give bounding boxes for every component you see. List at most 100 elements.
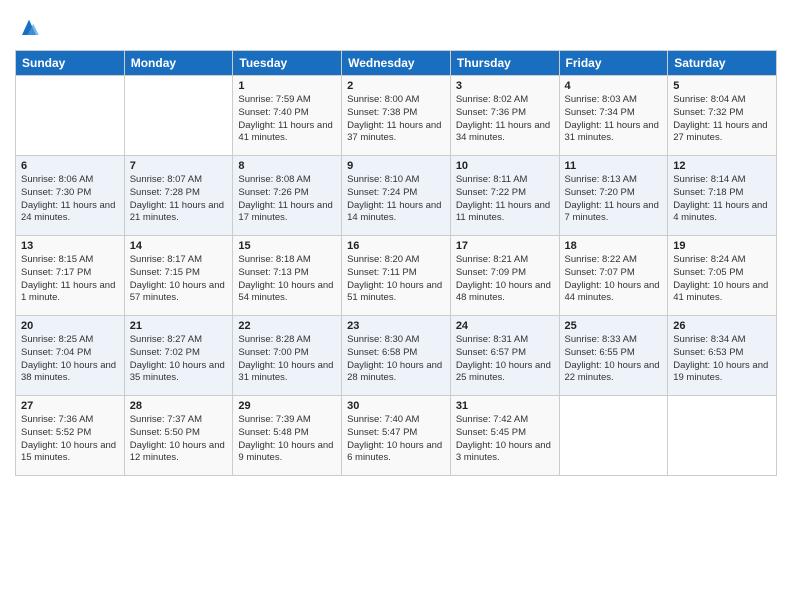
calendar-cell: 10Sunrise: 8:11 AMSunset: 7:22 PMDayligh…: [450, 156, 559, 236]
cell-text: Sunrise: 7:40 AM: [347, 414, 445, 427]
cell-text: Sunset: 5:52 PM: [21, 427, 119, 440]
cell-text: Sunset: 6:57 PM: [456, 347, 554, 360]
cell-text: Sunset: 7:22 PM: [456, 187, 554, 200]
cell-text: Daylight: 10 hours and 31 minutes.: [238, 360, 336, 386]
cell-text: Sunrise: 8:14 AM: [673, 174, 771, 187]
cell-text: Daylight: 11 hours and 4 minutes.: [673, 200, 771, 226]
day-number: 6: [21, 160, 119, 172]
week-row-2: 6Sunrise: 8:06 AMSunset: 7:30 PMDaylight…: [16, 156, 777, 236]
day-number: 1: [238, 80, 336, 92]
calendar-cell: 15Sunrise: 8:18 AMSunset: 7:13 PMDayligh…: [233, 236, 342, 316]
cell-text: Daylight: 10 hours and 15 minutes.: [21, 440, 119, 466]
day-number: 5: [673, 80, 771, 92]
cell-text: Sunset: 7:24 PM: [347, 187, 445, 200]
day-header-thursday: Thursday: [450, 51, 559, 76]
cell-text: Sunrise: 8:08 AM: [238, 174, 336, 187]
week-row-5: 27Sunrise: 7:36 AMSunset: 5:52 PMDayligh…: [16, 396, 777, 476]
calendar-cell: 17Sunrise: 8:21 AMSunset: 7:09 PMDayligh…: [450, 236, 559, 316]
day-number: 13: [21, 240, 119, 252]
calendar-cell: 22 Sunrise: 8:28 AMSunset: 7:00 PMDayligh…: [233, 316, 342, 396]
header-row: SundayMondayTuesdayWednesdayThursdayFrid…: [16, 51, 777, 76]
week-row-3: 13 Sunrise: 8:15 AMSunset: 7:17 PM Dayligh…: [16, 236, 777, 316]
cell-text: Sunset: 7:32 PM: [673, 107, 771, 120]
cell-text: Daylight: 11 hours and 24 minutes.: [21, 200, 119, 226]
cell-text: Sunset: 7:38 PM: [347, 107, 445, 120]
day-header-friday: Friday: [559, 51, 668, 76]
calendar-cell: [16, 76, 125, 156]
calendar-cell: 11Sunrise: 8:13 AMSunset: 7:20 PMDayligh…: [559, 156, 668, 236]
cell-text: Sunset: 7:15 PM: [130, 267, 228, 280]
day-number: 24: [456, 320, 554, 332]
calendar-cell: 1Sunrise: 7:59 AMSunset: 7:40 PMDaylight…: [233, 76, 342, 156]
calendar-cell: 16 Sunrise: 8:20 AMSunset: 7:11 PMDayligh…: [342, 236, 451, 316]
cell-text: Daylight: 10 hours and 51 minutes.: [347, 280, 445, 306]
day-number: 31: [456, 400, 554, 412]
cell-text: Sunset: 5:50 PM: [130, 427, 228, 440]
day-header-sunday: Sunday: [16, 51, 125, 76]
day-number: 10: [456, 160, 554, 172]
cell-text: Sunset: 7:18 PM: [673, 187, 771, 200]
cell-text: Daylight: 10 hours and 44 minutes.: [565, 280, 663, 306]
calendar-cell: 13Sunrise: 8:15 AMSunset: 7:17 PMDayligh…: [16, 236, 125, 316]
cell-text: Sunset: 7:26 PM: [238, 187, 336, 200]
day-number: 2: [347, 80, 445, 92]
cell-text: Sunrise: 8:28 AM: [238, 334, 336, 347]
calendar-cell: 21Sunrise: 8:27 AMSunset: 7:02 PMDayligh…: [124, 316, 233, 396]
day-number: 22: [238, 320, 336, 332]
calendar-cell: 14Sunrise: 8:17 AMSunset: 7:15 PMDayligh…: [124, 236, 233, 316]
calendar-cell: 6Sunrise: 8:06 AMSunset: 7:30 PMDaylight…: [16, 156, 125, 236]
day-number: 30: [347, 400, 445, 412]
calendar-cell: 7Sunrise: 8:07 AMSunset: 7:28 PMDaylight…: [124, 156, 233, 236]
cell-text: Sunset: 7:40 PM: [238, 107, 336, 120]
cell-text: Sunrise: 7:39 AM: [238, 414, 336, 427]
cell-text: Sunrise: 8:15 AM: [21, 254, 119, 267]
cell-text: Sunset: 7:13 PM: [238, 267, 336, 280]
day-number: 18: [565, 240, 663, 252]
calendar-cell: 4Sunrise: 8:03 AMSunset: 7:34 PMDaylight…: [559, 76, 668, 156]
cell-text: Sunset: 5:48 PM: [238, 427, 336, 440]
cell-text: Sunset: 6:58 PM: [347, 347, 445, 360]
calendar-cell: [124, 76, 233, 156]
cell-text: Sunrise: 8:10 AM: [347, 174, 445, 187]
cell-text: Sunrise: 8:00 AM: [347, 94, 445, 107]
calendar-cell: [668, 396, 777, 476]
calendar-cell: 12Sunrise: 8:14 AMSunset: 7:18 PMDayligh…: [668, 156, 777, 236]
cell-text: Sunrise: 8:02 AM: [456, 94, 554, 107]
calendar-cell: 26Sunrise: 8:34 AMSunset: 6:53 PMDayligh…: [668, 316, 777, 396]
cell-text: Sunrise: 8:18 AM: [238, 254, 336, 267]
cell-text: Sunset: 7:28 PM: [130, 187, 228, 200]
day-number: 17: [456, 240, 554, 252]
cell-text: Daylight: 10 hours and 54 minutes.: [238, 280, 336, 306]
page: SundayMondayTuesdayWednesdayThursdayFrid…: [0, 0, 792, 612]
day-number: 16: [347, 240, 445, 252]
day-number: 9: [347, 160, 445, 172]
cell-text: Sunrise: 8:34 AM: [673, 334, 771, 347]
cell-text: Sunset: 6:55 PM: [565, 347, 663, 360]
cell-text: Sunrise: 8:17 AM: [130, 254, 228, 267]
day-header-wednesday: Wednesday: [342, 51, 451, 76]
cell-text: Daylight: 10 hours and 25 minutes.: [456, 360, 554, 386]
cell-text: Sunset: 7:04 PM: [21, 347, 119, 360]
cell-text: Daylight: 11 hours and 14 minutes.: [347, 200, 445, 226]
cell-text: Sunset: 7:00 PM: [238, 347, 336, 360]
cell-text: Daylight: 10 hours and 41 minutes.: [673, 280, 771, 306]
calendar-cell: 23Sunrise: 8:30 AMSunset: 6:58 PMDayligh…: [342, 316, 451, 396]
logo: [15, 14, 45, 42]
day-number: 25: [565, 320, 663, 332]
cell-text: Sunset: 7:17 PM: [21, 267, 119, 280]
calendar-cell: 25Sunrise: 8:33 AMSunset: 6:55 PMDayligh…: [559, 316, 668, 396]
cell-text: Sunset: 5:47 PM: [347, 427, 445, 440]
calendar-cell: 9 Sunrise: 8:10 AMSunset: 7:24 PMDaylight…: [342, 156, 451, 236]
cell-text: Sunrise: 8:20 AM: [347, 254, 445, 267]
cell-text: Sunset: 7:34 PM: [565, 107, 663, 120]
cell-text: Sunset: 7:11 PM: [347, 267, 445, 280]
cell-text: Daylight: 11 hours and 41 minutes.: [238, 120, 336, 146]
cell-text: Sunset: 6:53 PM: [673, 347, 771, 360]
cell-text: Daylight: 10 hours and 57 minutes.: [130, 280, 228, 306]
day-header-saturday: Saturday: [668, 51, 777, 76]
cell-text: Sunrise: 8:33 AM: [565, 334, 663, 347]
cell-text: Daylight: 11 hours and 37 minutes.: [347, 120, 445, 146]
calendar-cell: 30Sunrise: 7:40 AMSunset: 5:47 PMDayligh…: [342, 396, 451, 476]
cell-text: Sunset: 7:36 PM: [456, 107, 554, 120]
cell-text: Sunrise: 8:25 AM: [21, 334, 119, 347]
